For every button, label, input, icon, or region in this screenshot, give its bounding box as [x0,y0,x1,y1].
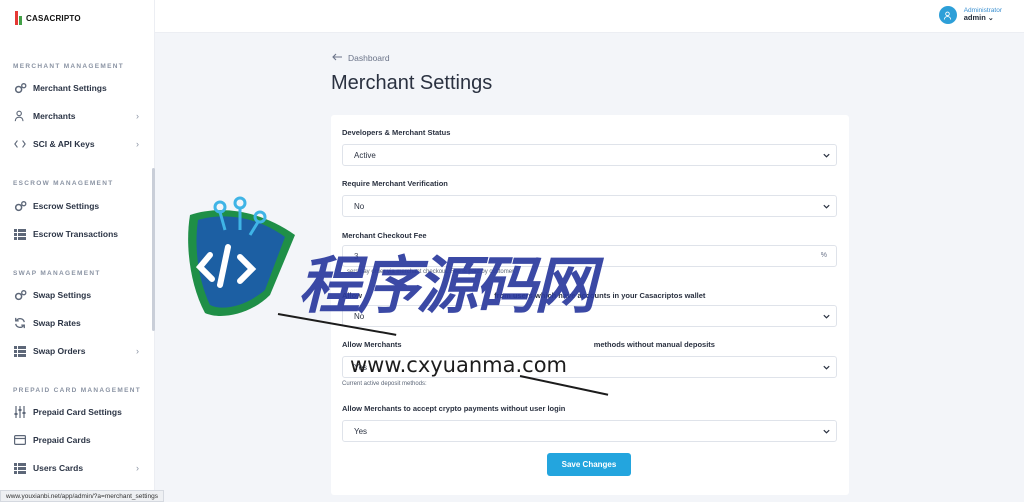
chevron-right-icon: › [136,463,139,473]
user-meta: Administrator admin ⌄ [964,7,1002,24]
list-icon [13,344,27,358]
chevron-right-icon: › [136,346,139,356]
field-label-accept-wallet: Allow from users which have accounts in … [342,291,837,300]
list-icon [13,227,27,241]
sidebar-item-swap-settings[interactable]: Swap Settings [13,286,139,304]
deposit-methods-value: Yes [354,362,368,372]
sidebar: CASACRIPTO MERCHANT MANAGEMENT Merchant … [0,0,155,502]
sidebar-item-sci-api-keys[interactable]: SCI & API Keys › [13,135,139,153]
user-name: admin ⌄ [963,13,1002,23]
field-label-crypto-no-login: Allow Merchants to accept crypto payment… [342,404,566,413]
page-title: Merchant Settings [331,72,493,94]
sidebar-item-escrow-settings[interactable]: Escrow Settings [13,197,139,215]
sidebar-item-label: Prepaid Cards [33,435,91,445]
accept-wallet-select[interactable]: No [342,305,837,327]
section-title-escrow: ESCROW MANAGEMENT [13,180,114,187]
list-icon [13,461,27,475]
gears-icon [13,81,27,95]
sidebar-scrollbar[interactable] [152,168,155,331]
sidebar-item-users-cards[interactable]: Users Cards › [13,459,139,477]
code-shield-icon [188,196,295,316]
checkout-fee-value: 3 [354,251,359,261]
sidebar-item-label: Swap Rates [33,318,81,328]
field-label-fee: Merchant Checkout Fee [342,231,427,240]
code-icon [13,137,27,151]
sidebar-item-label: Merchant Settings [33,83,107,93]
sidebar-item-label: Users Cards [33,463,84,473]
chevron-down-icon: ⌄ [987,15,994,23]
sliders-icon [13,405,27,419]
accept-label-end: from users which have accounts in your C… [494,291,706,300]
accept-wallet-value: No [354,311,365,321]
section-title-prepaid: PREPAID CARD MANAGEMENT [13,387,142,394]
sidebar-item-swap-rates[interactable]: Swap Rates [13,314,139,332]
user-name-text: admin [963,13,986,23]
chevron-right-icon: › [136,111,139,121]
user-icon [13,109,27,123]
sidebar-item-swap-orders[interactable]: Swap Orders › [13,342,139,360]
brand-name: CASACRIPTO [26,13,81,23]
breadcrumb-link[interactable]: Dashboard [348,53,390,63]
brand-logo[interactable]: CASACRIPTO [15,10,81,26]
sidebar-item-prepaid-cards[interactable]: Prepaid Cards [13,431,139,449]
section-title-swap: SWAP MANAGEMENT [13,270,101,277]
sidebar-item-label: Escrow Transactions [33,229,119,239]
chevron-down-icon [823,365,830,370]
user-menu[interactable]: Administrator admin ⌄ [938,6,1002,24]
status-select-value: Active [354,150,376,160]
user-icon [944,11,952,20]
logo-mark-icon [15,11,22,25]
deposit-help-text: Current active deposit methods: [342,381,427,387]
crypto-no-login-value: Yes [354,426,368,436]
sidebar-item-escrow-transactions[interactable]: Escrow Transactions [13,225,139,243]
chevron-down-icon [823,314,830,319]
field-label-verification: Require Merchant Verification [342,179,448,188]
accept-label-start: Allow [342,291,362,300]
chevron-down-icon [823,153,830,158]
sidebar-item-merchant-settings[interactable]: Merchant Settings [13,79,139,97]
field-label-deposit-methods: Allow Merchants methods without manual d… [342,340,837,349]
field-label-status: Developers & Merchant Status [342,128,451,137]
chevron-down-icon [823,429,830,434]
refresh-icon [13,316,27,330]
deposit-label-end: methods without manual deposits [593,340,715,349]
sidebar-item-label: Merchants [33,111,76,121]
deposit-label-start: Allow Merchants [342,340,402,349]
sidebar-item-label: Swap Orders [33,346,86,356]
crypto-no-login-select[interactable]: Yes [342,420,837,442]
gears-icon [13,199,27,213]
arrow-left-icon [332,53,342,63]
sidebar-item-label: Escrow Settings [33,201,100,211]
sidebar-item-label: Swap Settings [33,290,92,300]
verification-select-value: No [354,201,365,211]
breadcrumb[interactable]: Dashboard [332,53,390,63]
sidebar-item-prepaid-card-settings[interactable]: Prepaid Card Settings [13,403,139,421]
save-changes-button[interactable]: Save Changes [547,453,631,476]
sidebar-item-label: Prepaid Card Settings [33,407,122,417]
chevron-down-icon [823,204,830,209]
status-bar-url: www.youxianbi.net/app/admin/?a=merchant_… [0,490,164,502]
gears-icon [13,288,27,302]
fee-help-text: ...sers pay order via merchant checkout.… [342,269,516,275]
avatar [938,6,957,24]
sidebar-item-merchants[interactable]: Merchants › [13,107,139,125]
card-icon [13,433,27,447]
settings-card: Developers & Merchant Status Active Requ… [331,115,849,495]
fee-percent-suffix: % [820,252,827,259]
checkout-fee-input[interactable]: 3 % [342,245,837,267]
sidebar-item-label: SCI & API Keys [33,139,95,149]
status-select[interactable]: Active [342,144,837,166]
verification-select[interactable]: No [342,195,837,217]
deposit-methods-select[interactable]: Yes [342,356,837,378]
top-header: Administrator admin ⌄ [155,0,1024,33]
section-title-merchant: MERCHANT MANAGEMENT [13,63,124,70]
chevron-right-icon: › [136,139,139,149]
